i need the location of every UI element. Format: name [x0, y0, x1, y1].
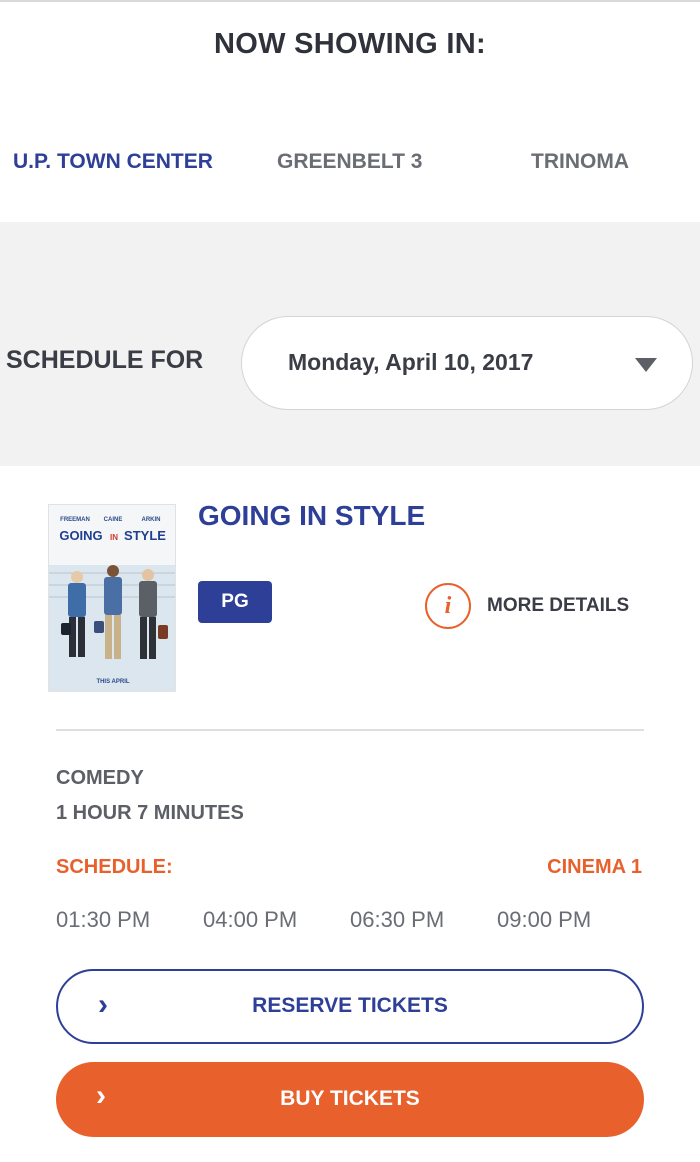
buy-tickets-label: BUY TICKETS [280, 1087, 420, 1110]
poster-cast-2: CAINE [104, 517, 123, 523]
poster-title-1: GOING [59, 528, 102, 543]
schedule-label: SCHEDULE: [56, 856, 173, 878]
tab-greenbelt-3[interactable]: GREENBELT 3 [277, 150, 422, 174]
poster-cast-3: ARKIN [142, 517, 161, 523]
movie-title[interactable]: GOING IN STYLE [198, 500, 425, 532]
info-icon: i [425, 583, 471, 629]
date-dropdown[interactable]: Monday, April 10, 2017 [241, 316, 693, 410]
showtime[interactable]: 09:00 PM [497, 907, 591, 933]
poster-title-2: IN [110, 533, 118, 542]
poster-cast-1: FREEMAN [60, 517, 90, 523]
showtime[interactable]: 06:30 PM [350, 907, 444, 933]
rating-badge: PG [198, 581, 272, 623]
poster-title-3: STYLE [124, 528, 166, 543]
movie-genre: COMEDY [56, 767, 144, 789]
selected-date: Monday, April 10, 2017 [288, 349, 534, 375]
schedule-filter-section: SCHEDULE FOR Monday, April 10, 2017 [0, 222, 700, 466]
buy-tickets-button[interactable]: › BUY TICKETS [56, 1062, 644, 1137]
reserve-tickets-button[interactable]: › RESERVE TICKETS [56, 969, 644, 1044]
top-divider [0, 0, 700, 2]
tab-up-town-center[interactable]: U.P. TOWN CENTER [13, 150, 213, 174]
caret-down-icon [635, 358, 657, 372]
showtime[interactable]: 04:00 PM [203, 907, 297, 933]
cinema-label: CINEMA 1 [547, 856, 642, 878]
more-details-label: MORE DETAILS [487, 595, 630, 616]
tab-trinoma[interactable]: TRINOMA [531, 150, 629, 174]
schedule-for-label: SCHEDULE FOR [6, 346, 204, 374]
showtime[interactable]: 01:30 PM [56, 907, 150, 933]
poster-footer: THIS APRIL [96, 679, 129, 685]
page-title: NOW SHOWING IN: [214, 28, 486, 60]
showtimes-list: 01:30 PM 04:00 PM 06:30 PM 09:00 PM [56, 907, 656, 937]
movie-poster[interactable]: FREEMAN CAINE ARKIN GOING IN STYLE THIS … [48, 504, 176, 692]
section-divider [56, 729, 644, 731]
reserve-tickets-label: RESERVE TICKETS [252, 994, 448, 1017]
location-tabs: U.P. TOWN CENTER GREENBELT 3 TRINOMA [0, 150, 700, 184]
movie-duration: 1 HOUR 7 MINUTES [56, 802, 244, 824]
